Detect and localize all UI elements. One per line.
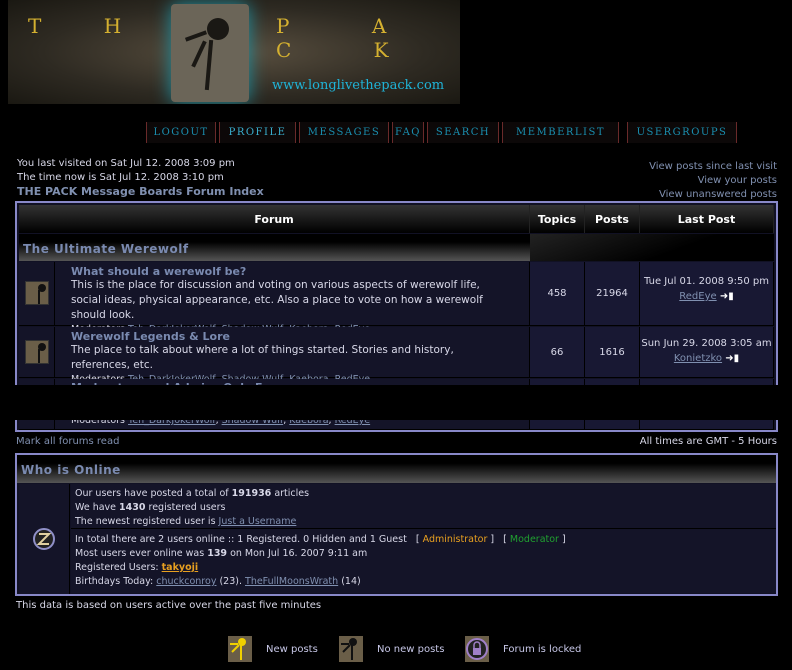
nav-search[interactable]: SEARCH [427, 122, 499, 143]
last-post-user-link[interactable]: RedEye [679, 291, 716, 302]
view-latest-post-icon[interactable]: ➜▮ [720, 291, 734, 302]
forum-description: The place to talk about where a lot of t… [71, 344, 454, 371]
main-nav: LOGOUT PROFILE MESSAGES FAQ SEARCH MEMBE… [146, 122, 740, 143]
legend-moderator: Moderator [509, 534, 559, 545]
new-posts-icon [228, 636, 252, 662]
nav-memberlist[interactable]: MEMBERLIST [502, 122, 619, 143]
legend-forum-locked: Forum is locked [503, 644, 582, 655]
legend-new-posts: New posts [266, 644, 318, 655]
forum-title-link[interactable]: Werewolf Legends & Lore [71, 330, 513, 343]
session-info: You last visited on Sat Jul 12. 2008 3:0… [17, 157, 264, 199]
nav-messages[interactable]: MESSAGES [299, 122, 389, 143]
category-title[interactable]: The Ultimate Werewolf [19, 234, 530, 261]
view-latest-post-icon[interactable]: ➜▮ [725, 353, 739, 364]
last-post-cell: Tue Jul 01. 2008 9:50 pm RedEye ➜▮ [640, 262, 774, 326]
no-new-posts-icon [25, 281, 49, 305]
last-visit-text: You last visited on Sat Jul 12. 2008 3:0… [17, 158, 235, 169]
newest-user-link[interactable]: Just a Username [219, 516, 297, 527]
registered-online-text: Registered Users: takyoji [75, 562, 199, 573]
last-post-user-link[interactable]: Konietzko [674, 353, 722, 364]
topics-count: 66 [530, 327, 585, 378]
online-user-link[interactable]: takyoji [162, 562, 199, 573]
no-new-posts-icon [25, 340, 49, 364]
quick-links: View posts since last visit View your po… [649, 160, 777, 202]
banner-url[interactable]: www.longlivethepack.com [272, 78, 444, 93]
nav-logout[interactable]: LOGOUT [146, 122, 216, 143]
timezone-text: All times are GMT - 5 Hours [639, 436, 777, 447]
nav-usergroups[interactable]: USERGROUPS [627, 122, 737, 143]
nav-profile[interactable]: PROFILE [219, 122, 296, 143]
last-post-date: Tue Jul 01. 2008 9:50 pm [644, 276, 769, 287]
legend-no-new-posts: No new posts [377, 644, 445, 655]
topics-count: 458 [530, 262, 585, 326]
forum-index-link[interactable]: THE PACK Message Boards Forum Index [17, 185, 264, 199]
who-is-online-icon [19, 484, 70, 594]
last-post-date: Sun Jun 29. 2008 3:05 am [641, 338, 772, 349]
who-is-online-panel: Who is Online Our users have posted a to… [15, 453, 778, 596]
category-filler [530, 234, 774, 261]
forum-title-link[interactable]: What should a werewolf be? [71, 265, 513, 278]
nav-faq[interactable]: FAQ [392, 122, 424, 143]
pack-emblem-icon [171, 4, 249, 102]
mark-all-read-link[interactable]: Mark all forums read [16, 436, 119, 447]
last-post-cell: Sun Jun 29. 2008 3:05 am Konietzko ➜▮ [640, 327, 774, 378]
header-forum: Forum [19, 205, 530, 233]
forum-row: What should a werewolf be? This is the p… [55, 262, 530, 335]
registered-users-text: We have 1430 registered users [75, 502, 226, 513]
forum-locked-icon [465, 636, 489, 662]
newest-user-text: The newest registered user is Just a Use… [75, 516, 297, 527]
legend-administrator: Administrator [422, 534, 488, 545]
forum-status-cell [19, 262, 55, 326]
header-last-post: Last Post [640, 205, 774, 233]
time-now-text: The time now is Sat Jul 12. 2008 3:10 pm [17, 172, 224, 183]
banner-logo: T H E P A C K www.longlivethepack.com [8, 0, 460, 104]
view-unanswered-link[interactable]: View unanswered posts [649, 188, 777, 202]
online-data-note: This data is based on users active over … [16, 600, 322, 611]
forum-status-cell [19, 327, 55, 378]
no-new-posts-icon [339, 636, 363, 662]
forum-row: Werewolf Legends & Lore The place to tal… [55, 327, 530, 385]
view-since-last-visit-link[interactable]: View posts since last visit [649, 160, 777, 174]
obscuring-band [0, 385, 792, 420]
most-users-text: Most users ever online was 139 on Mon Ju… [75, 548, 368, 559]
header-posts: Posts [585, 205, 640, 233]
who-is-online-title[interactable]: Who is Online [17, 455, 776, 483]
header-topics: Topics [530, 205, 585, 233]
birthday-user-link[interactable]: chuckconroy [156, 576, 216, 587]
total-posts-text: Our users have posted a total of 191936 … [75, 488, 310, 499]
online-count-text: In total there are 2 users online :: 1 R… [75, 534, 566, 545]
view-your-posts-link[interactable]: View your posts [649, 174, 777, 188]
birthdays-text: Birthdays Today: chuckconroy (23). TheFu… [75, 576, 361, 587]
birthday-user-link[interactable]: TheFullMoonsWrath [245, 576, 338, 587]
posts-count: 1616 [585, 327, 640, 378]
banner-title-right: P A C K [276, 14, 427, 62]
forum-description: This is the place for discussion and vot… [71, 279, 483, 321]
posts-count: 21964 [585, 262, 640, 326]
